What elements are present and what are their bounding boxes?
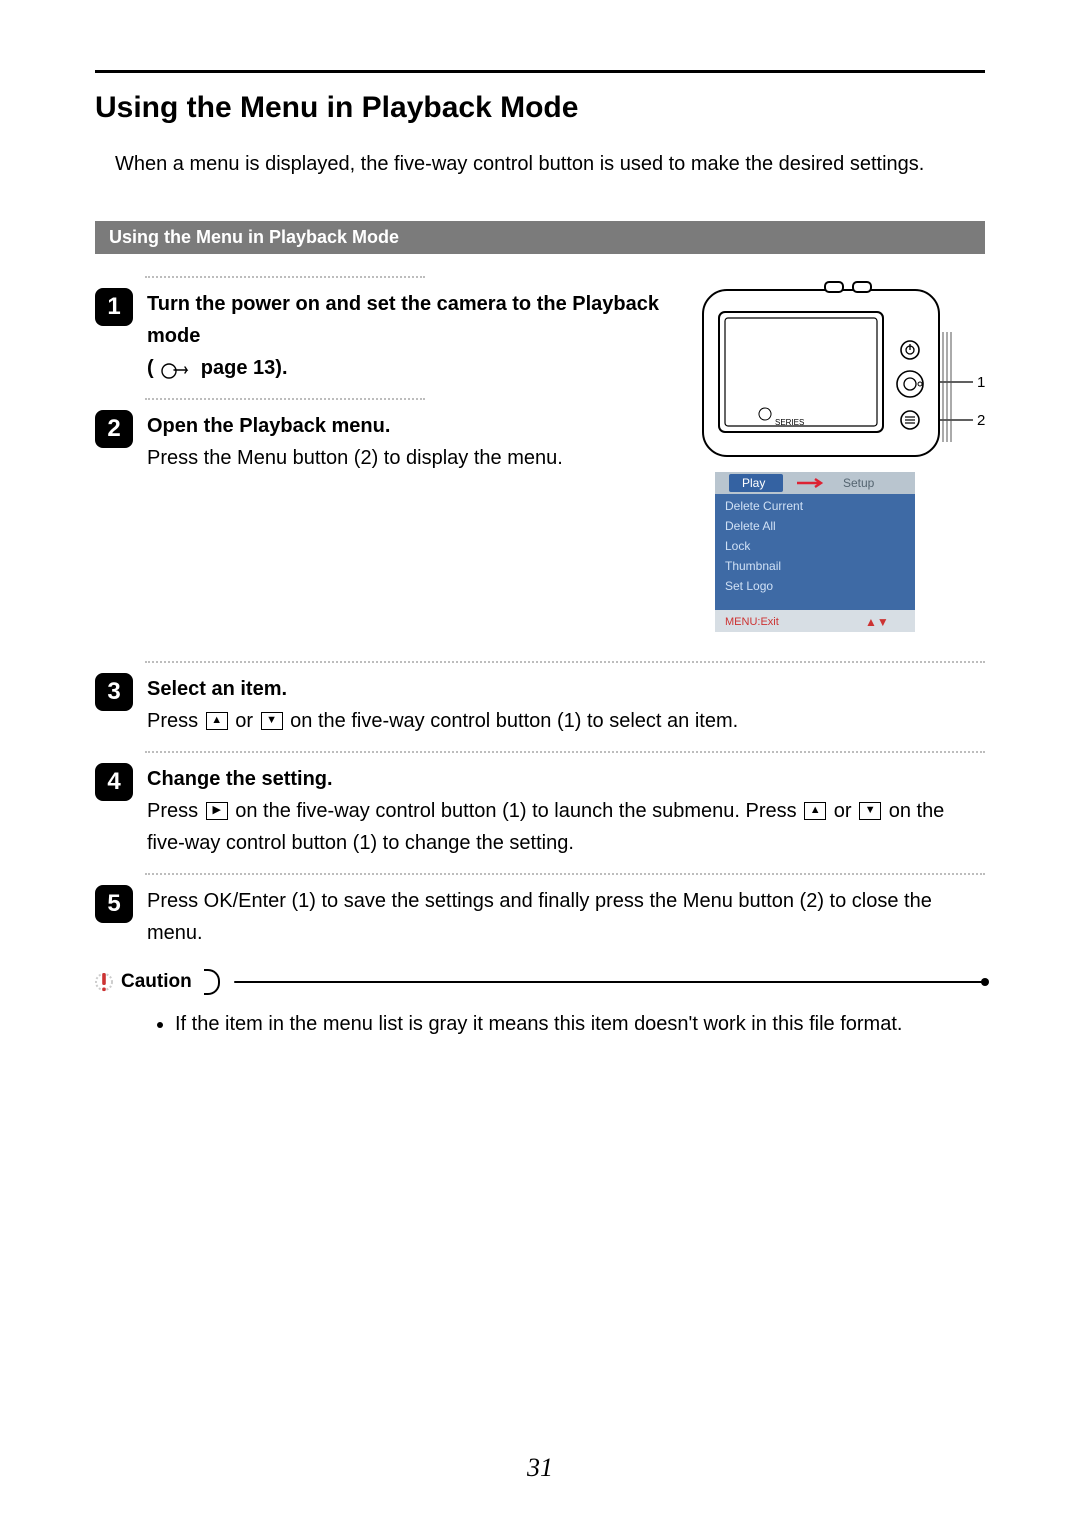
step-1-ref-open: (: [147, 357, 154, 379]
section-header: Using the Menu in Playback Mode: [95, 221, 985, 254]
step-3-body: Select an item. Press ▲ or ▼ on the five…: [147, 673, 985, 737]
svg-text:SERIES: SERIES: [775, 418, 804, 427]
hand-pointer-icon: [161, 358, 189, 376]
caution-label: Caution: [121, 971, 192, 993]
arrow-down-icon: ▼: [859, 802, 881, 820]
arrow-right-icon: ▶: [206, 802, 228, 820]
step-badge-3: 3: [95, 673, 133, 711]
step-4: 4 Change the setting. Press ▶ on the fiv…: [95, 763, 985, 859]
step-3: 3 Select an item. Press ▲ or ▼ on the fi…: [95, 673, 985, 737]
step-badge-1: 1: [95, 288, 133, 326]
menu-item: Thumbnail: [725, 559, 781, 573]
callout-1: 1: [977, 374, 985, 391]
step-5-body: Press OK/Enter (1) to save the settings …: [147, 885, 985, 949]
step-5: 5 Press OK/Enter (1) to save the setting…: [95, 885, 985, 949]
camera-diagram: 1 2 SERIES: [685, 272, 985, 657]
arrow-up-icon: ▲: [804, 802, 826, 820]
menu-footer-arrows: ▲▼: [865, 615, 889, 629]
step-4-head: Change the setting: [147, 768, 327, 790]
step-badge-4: 4: [95, 763, 133, 801]
page-title: Using the Menu in Playback Mode: [95, 91, 985, 125]
step-2-body: Open the Playback menu. Press the Menu b…: [147, 410, 667, 474]
arrow-down-icon: ▼: [261, 712, 283, 730]
dotted-divider: [145, 398, 425, 400]
step-1-line1: Turn the power on and set the camera to …: [147, 293, 659, 347]
steps-top-area: 1 Turn the power on and set the camera t…: [95, 272, 985, 657]
arrow-up-icon: ▲: [206, 712, 228, 730]
top-rule: [95, 70, 985, 73]
playback-menu-screenshot: Play Setup Delete Current Delete All Loc…: [715, 472, 915, 632]
five-way-control-icon: [897, 371, 923, 397]
menu-item: Set Logo: [725, 579, 773, 593]
steps-left-column: 1 Turn the power on and set the camera t…: [95, 272, 667, 657]
step-3-head: Select an item: [147, 678, 282, 700]
menu-tab-setup: Setup: [843, 476, 875, 490]
step-1: 1 Turn the power on and set the camera t…: [95, 288, 667, 384]
step-badge-5: 5: [95, 885, 133, 923]
step-2-head: Open the Playback menu: [147, 415, 385, 437]
caution-rule: [234, 981, 985, 983]
step-4-text-a: Press: [147, 800, 204, 822]
step-2-text: Press the Menu button (2) to display the…: [147, 447, 563, 469]
step-1-ref: page 13).: [201, 357, 288, 379]
step-4-text-c: or: [834, 800, 857, 822]
callout-2: 2: [977, 412, 985, 429]
step-4-text-b: on the five-way control button (1) to la…: [235, 800, 802, 822]
caution-item: If the item in the menu list is gray it …: [175, 1009, 985, 1039]
menu-item: Delete All: [725, 519, 776, 533]
camera-illustration: 1 2 SERIES: [685, 272, 985, 652]
step-3-text-b: or: [235, 710, 258, 732]
menu-item: Delete Current: [725, 499, 804, 513]
step-3-text-c: on the five-way control button (1) to se…: [290, 710, 738, 732]
menu-button-icon: [901, 411, 919, 429]
manual-page: Using the Menu in Playback Mode When a m…: [0, 0, 1080, 1527]
step-4-body: Change the setting. Press ▶ on the five-…: [147, 763, 985, 859]
dotted-divider: [145, 276, 425, 278]
step-1-body: Turn the power on and set the camera to …: [147, 288, 667, 384]
step-5-text: Press OK/Enter (1) to save the settings …: [147, 890, 932, 944]
caution-block: Caution If the item in the menu list is …: [95, 969, 985, 1039]
menu-item: Lock: [725, 539, 751, 553]
bracket-icon: [204, 969, 220, 995]
dotted-divider: [145, 873, 985, 875]
intro-paragraph: When a menu is displayed, the five-way c…: [115, 147, 985, 181]
caution-heading: Caution: [95, 969, 985, 995]
dotted-divider: [145, 751, 985, 753]
caution-list: If the item in the menu list is gray it …: [135, 1009, 985, 1039]
menu-tab-play: Play: [742, 476, 765, 490]
menu-footer-left: MENU:Exit: [725, 616, 779, 628]
step-badge-2: 2: [95, 410, 133, 448]
page-number: 31: [0, 1453, 1080, 1483]
dotted-divider: [145, 661, 985, 663]
step-3-text-a: Press: [147, 710, 204, 732]
step-2: 2 Open the Playback menu. Press the Menu…: [95, 410, 667, 474]
caution-icon: [95, 969, 113, 995]
